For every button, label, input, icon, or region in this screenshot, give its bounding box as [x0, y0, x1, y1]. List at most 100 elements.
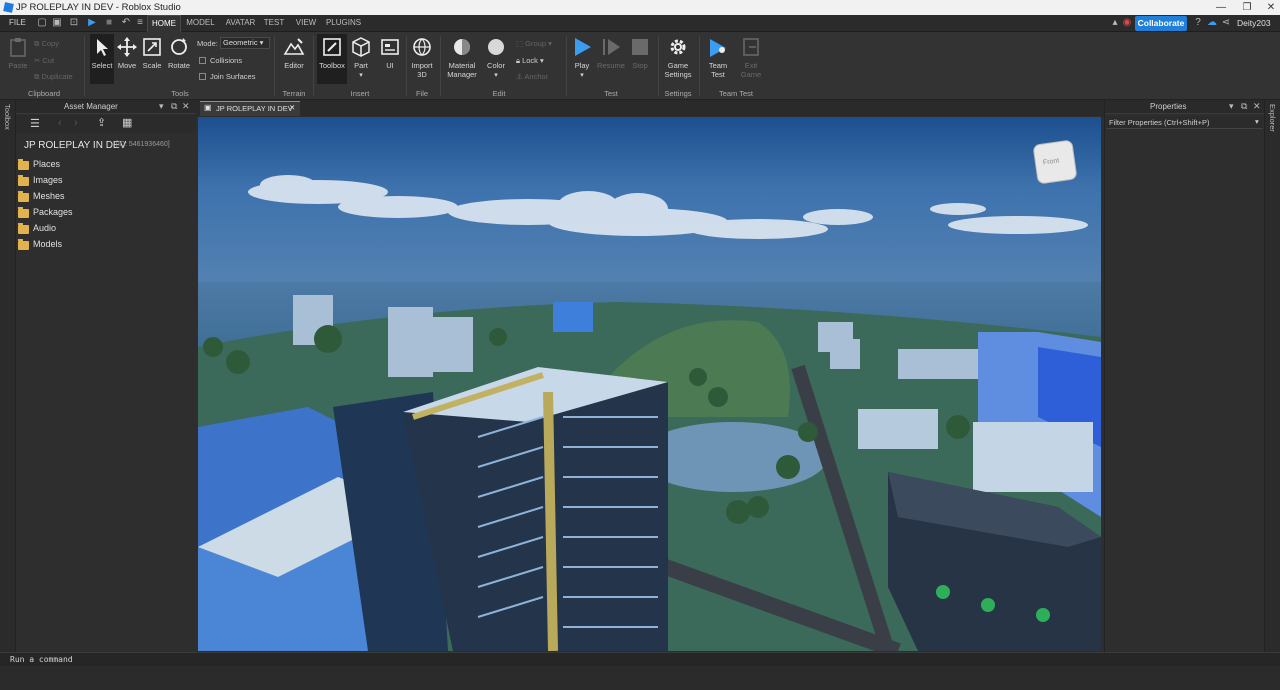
properties-panel: Properties ▾ ⧉ ✕ Filter Properties (Ctrl…	[1104, 100, 1264, 652]
rotate-tool-button[interactable]: Rotate	[166, 34, 192, 70]
view-cube-face-label: Front	[1042, 157, 1060, 167]
window-title-bar: JP ROLEPLAY IN DEV - Roblox Studio — ❐ ✕	[0, 0, 1280, 15]
select-tool-button[interactable]: Select	[90, 34, 114, 84]
close-tab-icon[interactable]: ✕	[289, 103, 295, 112]
divider	[313, 36, 314, 96]
list-view-icon[interactable]: ☰	[30, 117, 40, 130]
open-icon[interactable]: ▣	[51, 17, 63, 29]
view-cube[interactable]: Front	[1033, 140, 1077, 184]
back-arrow-icon[interactable]: ‹	[58, 117, 62, 129]
checkbox-icon	[199, 73, 206, 80]
settings-group-label: Settings	[664, 89, 692, 98]
copy-button[interactable]: ⧉ Copy	[34, 39, 59, 49]
command-bar-input[interactable]: Run a command	[0, 652, 1280, 666]
close-window-button[interactable]: ✕	[1258, 0, 1280, 15]
new-icon[interactable]: ▢	[36, 17, 48, 29]
exit-icon	[743, 38, 759, 56]
play-button[interactable]: Play ▾	[570, 34, 594, 79]
3d-viewport[interactable]: Front	[198, 117, 1101, 651]
collaborate-button[interactable]: Collaborate	[1135, 16, 1187, 31]
move-tool-button[interactable]: Move	[116, 34, 138, 70]
file-menu[interactable]: FILE	[9, 18, 26, 27]
color-button[interactable]: Color ▾	[484, 34, 508, 79]
undock-icon[interactable]: ⧉	[171, 101, 177, 112]
panel-menu-icon[interactable]: ▾	[1229, 101, 1234, 112]
document-tab-bar: ▣ JP ROLEPLAY IN DEV ✕	[196, 100, 1104, 116]
help-icon[interactable]: ?	[1192, 17, 1204, 29]
place-document-tab[interactable]: ▣ JP ROLEPLAY IN DEV ✕	[200, 101, 300, 116]
quick-access-menu-icon[interactable]: ≡	[134, 17, 146, 29]
window-title: JP ROLEPLAY IN DEV - Roblox Studio	[16, 2, 181, 13]
folder-icon	[18, 159, 29, 170]
team-test-icon	[710, 39, 726, 57]
stop-button[interactable]: Stop	[629, 34, 651, 70]
tab-home[interactable]: HOME	[147, 15, 181, 32]
divider	[274, 36, 275, 96]
user-name[interactable]: Deity203	[1237, 18, 1271, 28]
ui-button[interactable]: UI	[379, 34, 401, 70]
cloud-icon[interactable]: ☁	[1206, 17, 1218, 29]
cut-button[interactable]: ✂ Cut	[34, 56, 54, 65]
city-scene-render	[198, 117, 1101, 651]
collapse-ribbon-icon[interactable]: ▴	[1109, 17, 1121, 29]
terrain-editor-button[interactable]: Editor	[280, 34, 308, 70]
tab-plugins[interactable]: PLUGINS	[325, 15, 362, 32]
forward-arrow-icon[interactable]: ›	[74, 117, 78, 129]
stop-quick-icon[interactable]: ■	[103, 17, 115, 29]
mode-label: Mode:	[197, 39, 218, 48]
minimize-button[interactable]: —	[1208, 0, 1234, 15]
tab-view[interactable]: VIEW	[293, 15, 319, 32]
duplicate-button[interactable]: ⧉ Duplicate	[34, 72, 73, 82]
test-group-label: Test	[604, 89, 618, 98]
game-name: JP ROLEPLAY IN DEV	[24, 140, 127, 151]
anchor-button[interactable]: ⚓︎ Anchor	[516, 72, 548, 81]
cursor-icon	[97, 39, 108, 56]
toolbox-button[interactable]: Toolbox	[317, 34, 347, 84]
maximize-button[interactable]: ❐	[1234, 0, 1260, 15]
mode-select[interactable]: Geometric ▾	[220, 37, 270, 49]
tab-model[interactable]: MODEL	[184, 15, 217, 32]
team-test-group-label: Team Test	[718, 89, 754, 98]
join-surfaces-toggle[interactable]: Join Surfaces	[199, 72, 255, 81]
close-panel-icon[interactable]: ✕	[1253, 101, 1261, 112]
globe-import-icon	[413, 38, 431, 56]
game-id: [ID: 5461936460]	[116, 141, 170, 148]
panel-menu-icon[interactable]: ▾	[159, 101, 164, 112]
explorer-side-tab[interactable]: Explorer	[1264, 100, 1280, 652]
notifications-icon[interactable]: ◉	[1121, 17, 1133, 29]
undock-icon[interactable]: ⧉	[1241, 101, 1247, 112]
lock-button[interactable]: 🔒︎ Lock ▾	[516, 56, 544, 66]
team-test-button[interactable]: Team Test	[704, 34, 732, 79]
share-icon[interactable]: ⋖	[1220, 17, 1232, 29]
part-button[interactable]: Part ▾	[350, 34, 372, 79]
divider	[406, 36, 407, 96]
exit-game-button[interactable]: Exit Game	[737, 34, 765, 79]
import-3d-button[interactable]: Import 3D	[409, 34, 435, 79]
group-button[interactable]: ⬚ Group ▾	[516, 39, 552, 48]
save-icon[interactable]: ⊡	[68, 17, 80, 29]
material-sphere-icon	[454, 39, 470, 55]
rotate-icon	[171, 38, 187, 55]
close-panel-icon[interactable]: ✕	[182, 101, 190, 112]
toolbox-side-tab[interactable]: Toolbox	[0, 100, 16, 652]
paste-button[interactable]: Paste	[6, 34, 30, 70]
cube-icon	[352, 37, 370, 57]
grid-view-icon[interactable]: ▦	[122, 116, 132, 129]
properties-header: Properties ▾ ⧉ ✕	[1105, 100, 1264, 114]
tab-test[interactable]: TEST	[262, 15, 286, 32]
collisions-toggle[interactable]: Collisions	[199, 56, 242, 65]
undo-icon[interactable]: ↶	[120, 17, 132, 29]
game-settings-button[interactable]: Game Settings	[661, 34, 695, 79]
material-manager-button[interactable]: Material Manager	[444, 34, 480, 79]
panel-title: Properties	[1150, 102, 1187, 111]
color-circle-icon	[488, 39, 504, 55]
resume-button[interactable]: Resume	[596, 34, 626, 70]
upload-icon[interactable]: ⇪	[97, 116, 106, 129]
tab-avatar[interactable]: AVATAR	[223, 15, 258, 32]
scale-tool-button[interactable]: Scale	[141, 34, 163, 70]
folder-icon	[18, 175, 29, 186]
tools-group-label: Tools	[171, 89, 189, 98]
chevron-down-icon: ▾	[1255, 117, 1259, 126]
filter-properties-input[interactable]: Filter Properties (Ctrl+Shift+P) ▾	[1107, 116, 1263, 129]
play-quick-icon[interactable]: ▶	[86, 17, 98, 29]
